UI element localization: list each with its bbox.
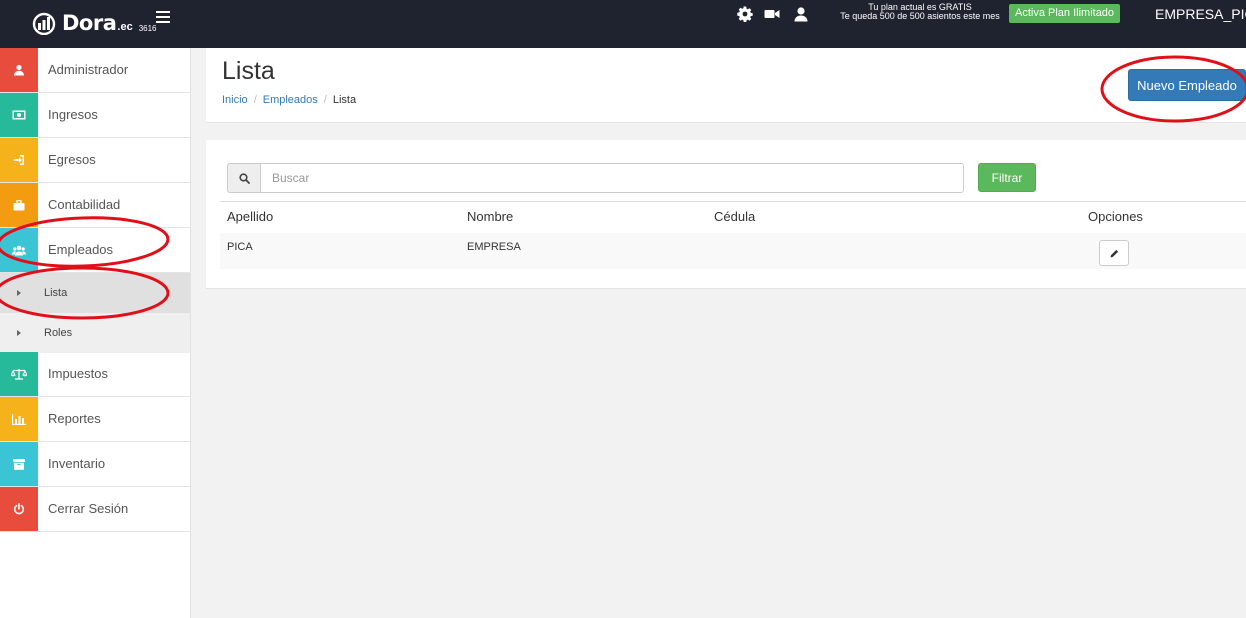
new-employee-button[interactable]: Nuevo Empleado bbox=[1128, 69, 1246, 101]
cell-apellido: PICA bbox=[227, 241, 253, 253]
sidebar: Administrador Ingresos Egresos Contabili… bbox=[0, 48, 191, 618]
breadcrumb: Inicio / Empleados / Lista bbox=[222, 94, 356, 106]
column-header-cedula: Cédula bbox=[714, 209, 756, 224]
plan-status: Tu plan actual es GRATIS Te queda 500 de… bbox=[838, 3, 1002, 21]
sidebar-item-inventario[interactable]: Inventario bbox=[0, 442, 190, 487]
sidebar-item-impuestos[interactable]: Impuestos bbox=[0, 352, 190, 397]
cell-nombre: EMPRESA bbox=[467, 241, 521, 253]
plan-line-2: Te queda 500 de 500 asientos este mes bbox=[840, 11, 1000, 21]
table-header: Apellido Nombre Cédula Opciones bbox=[220, 201, 1246, 233]
caret-right-icon bbox=[17, 290, 21, 296]
column-header-apellido: Apellido bbox=[227, 209, 274, 224]
balance-scale-icon bbox=[0, 352, 38, 396]
pencil-icon bbox=[1110, 249, 1118, 257]
page-title: Lista bbox=[222, 57, 275, 85]
gear-icon[interactable] bbox=[737, 6, 753, 22]
sidebar-item-label: Ingresos bbox=[48, 107, 98, 122]
caret-right-icon bbox=[17, 330, 21, 336]
company-name[interactable]: EMPRESA_PIC bbox=[1155, 6, 1246, 22]
sidebar-item-ingresos[interactable]: Ingresos bbox=[0, 93, 190, 138]
sidebar-item-label: Impuestos bbox=[48, 366, 108, 381]
sidebar-item-cerrar-sesion[interactable]: Cerrar Sesión bbox=[0, 487, 190, 532]
briefcase-icon bbox=[0, 183, 38, 227]
sidebar-item-label: Egresos bbox=[48, 152, 96, 167]
column-header-nombre: Nombre bbox=[467, 209, 514, 224]
sidebar-subitem-lista[interactable]: Lista bbox=[0, 273, 190, 313]
user-icon bbox=[0, 48, 38, 92]
user-profile-icon[interactable] bbox=[793, 6, 809, 22]
filter-button[interactable]: Filtrar bbox=[978, 163, 1036, 192]
breadcrumb-empleados[interactable]: Empleados bbox=[263, 94, 318, 106]
sidebar-item-label: Reportes bbox=[48, 411, 101, 426]
archive-icon bbox=[0, 442, 38, 486]
menu-toggle-icon[interactable] bbox=[156, 10, 170, 24]
activate-plan-button[interactable]: Activa Plan Ilimitado bbox=[1009, 4, 1121, 23]
sidebar-item-egresos[interactable]: Egresos bbox=[0, 138, 190, 183]
brand-suffix: .ec bbox=[117, 21, 133, 33]
breadcrumb-separator: / bbox=[253, 94, 257, 106]
search-icon bbox=[227, 163, 261, 193]
employee-list-panel: Filtrar Apellido Nombre Cédula Opciones … bbox=[206, 140, 1246, 289]
sidebar-item-contabilidad[interactable]: Contabilidad bbox=[0, 183, 190, 228]
users-icon bbox=[0, 228, 38, 272]
table-row: PICA EMPRESA bbox=[220, 233, 1246, 269]
sidebar-item-reportes[interactable]: Reportes bbox=[0, 397, 190, 442]
sidebar-item-label: Inventario bbox=[48, 456, 106, 471]
brand-logo[interactable]: Dora .ec 3616 bbox=[32, 8, 156, 38]
breadcrumb-separator: / bbox=[323, 94, 327, 106]
edit-button[interactable] bbox=[1099, 240, 1129, 266]
bar-chart-icon bbox=[0, 397, 38, 441]
logo-bars-icon bbox=[32, 12, 56, 35]
brand-name: Dora bbox=[62, 11, 117, 35]
sidebar-item-empleados[interactable]: Empleados bbox=[0, 228, 190, 273]
sidebar-subitem-label: Roles bbox=[44, 327, 73, 339]
page-header: Lista Inicio / Empleados / Lista Nuevo Emple… bbox=[206, 48, 1246, 123]
column-header-opciones: Opciones bbox=[1088, 209, 1143, 224]
power-off-icon bbox=[0, 487, 38, 531]
search-input[interactable] bbox=[260, 163, 964, 193]
sidebar-item-label: Empleados bbox=[48, 242, 114, 257]
top-bar: Dora .ec 3616 Tu plan actual es GRATIS T… bbox=[0, 0, 1246, 48]
sidebar-subitem-roles[interactable]: Roles bbox=[0, 313, 190, 353]
sign-in-icon bbox=[0, 138, 38, 182]
sidebar-item-label: Contabilidad bbox=[48, 197, 121, 212]
brand-number: 3616 bbox=[138, 23, 157, 33]
sidebar-item-administrador[interactable]: Administrador bbox=[0, 48, 190, 93]
sidebar-item-label: Administrador bbox=[48, 62, 129, 77]
sidebar-item-label: Cerrar Sesión bbox=[48, 501, 129, 516]
breadcrumb-inicio[interactable]: Inicio bbox=[222, 94, 248, 106]
video-camera-icon[interactable] bbox=[764, 6, 780, 22]
money-icon bbox=[0, 93, 38, 137]
breadcrumb-current: Lista bbox=[332, 94, 357, 106]
sidebar-subitem-label: Lista bbox=[44, 287, 68, 299]
